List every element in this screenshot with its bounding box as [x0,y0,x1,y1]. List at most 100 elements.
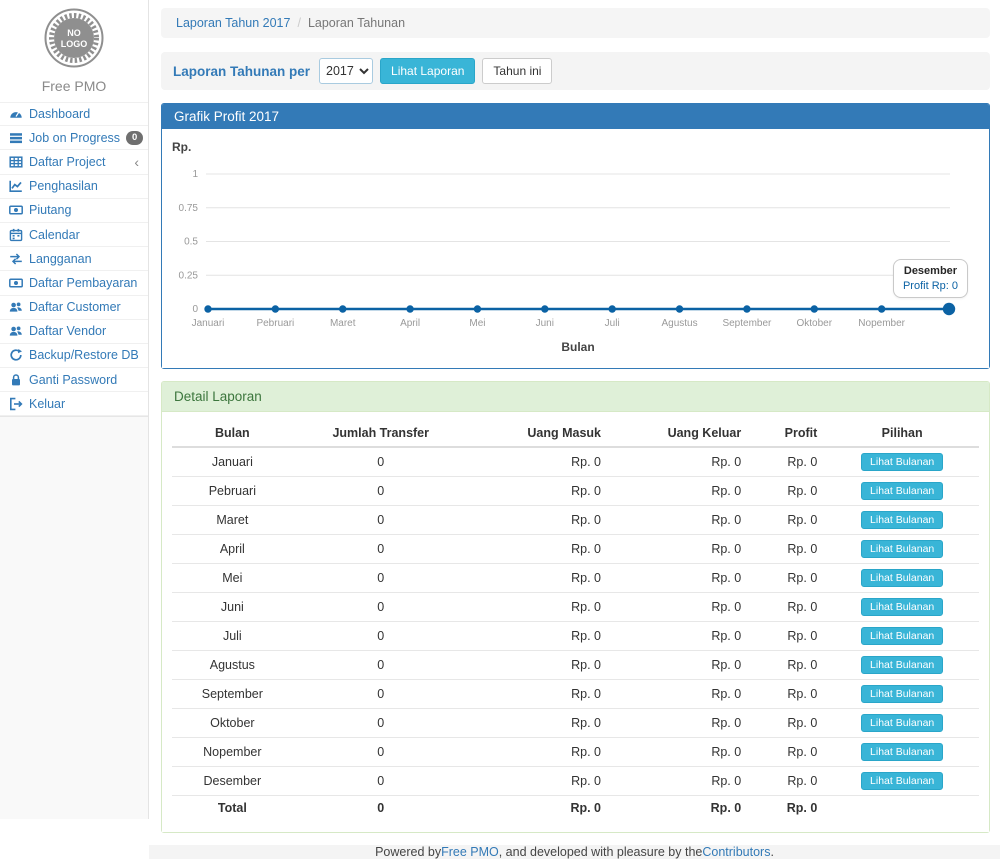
table-row: Juli0Rp. 0Rp. 0Rp. 0Lihat Bulanan [172,622,979,651]
x-axis-title: Bulan [561,340,594,354]
chevron-left-icon: ‹ [134,157,139,167]
cell-uang-keluar: Rp. 0 [609,593,749,622]
lihat-bulanan-button[interactable]: Lihat Bulanan [861,656,943,674]
sidebar-item-daftar-customer[interactable]: Daftar Customer [0,296,148,320]
lihat-bulanan-button[interactable]: Lihat Bulanan [861,772,943,790]
x-tick-label: Januari [192,318,225,329]
total-uang-masuk: Rp. 0 [469,796,609,821]
total-jumlah-transfer: 0 [293,796,469,821]
sidebar-item-dashboard[interactable]: Dashboard [0,102,148,126]
sidebar-item-backup-restore-db[interactable]: Backup/Restore DB [0,344,148,368]
cell-uang-masuk: Rp. 0 [469,709,609,738]
data-point[interactable] [406,305,413,312]
x-tick-label: Agustus [661,318,697,329]
sidebar-item-langganan[interactable]: Langganan [0,247,148,271]
detail-panel-body: BulanJumlah TransferUang MasukUang Kelua… [162,412,989,832]
lihat-bulanan-button[interactable]: Lihat Bulanan [861,627,943,645]
sidebar-item-penghasilan[interactable]: Penghasilan [0,175,148,199]
cell-jumlah-transfer: 0 [293,447,469,477]
data-point[interactable] [541,305,548,312]
cell-profit: Rp. 0 [749,477,825,506]
cell-uang-masuk: Rp. 0 [469,767,609,796]
lihat-bulanan-button[interactable]: Lihat Bulanan [861,743,943,761]
y-tick-label: 1 [192,169,198,180]
cell-uang-keluar: Rp. 0 [609,767,749,796]
lihat-bulanan-button[interactable]: Lihat Bulanan [861,482,943,500]
total-uang-keluar: Rp. 0 [609,796,749,821]
cell-uang-masuk: Rp. 0 [469,506,609,535]
cell-jumlah-transfer: 0 [293,506,469,535]
retweet-icon [9,252,23,266]
cell-jumlah-transfer: 0 [293,593,469,622]
column-header: Uang Masuk [469,420,609,447]
users-icon [9,300,23,314]
total-profit: Rp. 0 [749,796,825,821]
refresh-icon [9,348,23,362]
x-tick-label: Pebruari [256,318,294,329]
detail-panel-title: Detail Laporan [162,382,989,412]
this-year-button[interactable]: Tahun ini [482,58,552,84]
data-point[interactable] [474,305,481,312]
lihat-bulanan-button[interactable]: Lihat Bulanan [861,714,943,732]
contributors-link[interactable]: Contributors [702,845,770,859]
sidebar-item-daftar-project[interactable]: Daftar Project‹ [0,150,148,174]
data-point[interactable] [878,305,885,312]
lihat-bulanan-button[interactable]: Lihat Bulanan [861,511,943,529]
cell-uang-masuk: Rp. 0 [469,593,609,622]
table-total-row: Total0Rp. 0Rp. 0Rp. 0 [172,796,979,821]
cell-profit: Rp. 0 [749,651,825,680]
data-point[interactable] [272,305,279,312]
y-tick-label: 0.75 [179,203,199,214]
sidebar-item-daftar-pembayaran[interactable]: Daftar Pembayaran [0,271,148,295]
cell-uang-masuk: Rp. 0 [469,535,609,564]
y-axis-title: Rp. [172,140,191,154]
toolbar-label: Laporan Tahunan per [173,64,310,79]
sidebar-item-keluar[interactable]: Keluar [0,392,148,416]
sidebar-item-piutang[interactable]: Piutang [0,199,148,223]
tasks-icon [9,131,23,145]
data-point[interactable] [339,305,346,312]
year-select[interactable]: 2017 [319,58,373,84]
sidebar-item-job-on-progress[interactable]: Job on Progress0 [0,126,148,150]
breadcrumb-link[interactable]: Laporan Tahun 2017 [176,16,290,30]
dashboard-icon [9,107,23,121]
sidebar-item-ganti-password[interactable]: Ganti Password [0,368,148,392]
cell-uang-keluar: Rp. 0 [609,622,749,651]
free-pmo-link[interactable]: Free PMO [441,845,499,859]
column-header: Bulan [172,420,293,447]
cell-bulan: September [172,680,293,709]
data-point[interactable] [743,305,750,312]
cell-profit: Rp. 0 [749,622,825,651]
sidebar-item-calendar[interactable]: Calendar [0,223,148,247]
lihat-bulanan-button[interactable]: Lihat Bulanan [861,569,943,587]
cell-jumlah-transfer: 0 [293,738,469,767]
lihat-bulanan-button[interactable]: Lihat Bulanan [861,453,943,471]
cell-bulan: April [172,535,293,564]
table-row: Mei0Rp. 0Rp. 0Rp. 0Lihat Bulanan [172,564,979,593]
sidebar-item-daftar-vendor[interactable]: Daftar Vendor [0,320,148,344]
cell-profit: Rp. 0 [749,564,825,593]
data-point[interactable] [943,303,955,315]
data-point[interactable] [204,305,211,312]
data-point[interactable] [608,305,615,312]
cell-bulan: Desember [172,767,293,796]
sidebar-item-label: Ganti Password [29,373,117,387]
data-point[interactable] [676,305,683,312]
y-tick-label: 0.5 [184,237,198,248]
sidebar-menu: DashboardJob on Progress0Daftar Project‹… [0,102,148,417]
cell-pilihan: Lihat Bulanan [825,535,979,564]
data-point[interactable] [811,305,818,312]
cell-uang-masuk: Rp. 0 [469,447,609,477]
no-logo-icon: NO LOGO [43,7,105,69]
brand: NO LOGO Free PMO [0,0,148,102]
cell-pilihan: Lihat Bulanan [825,477,979,506]
lihat-bulanan-button[interactable]: Lihat Bulanan [861,598,943,616]
sidebar-item-label: Piutang [29,203,71,217]
footer-text: . [770,845,773,859]
profit-line-chart: Rp.10.750.50.250JanuariPebruariMaretApri… [162,129,988,368]
lihat-bulanan-button[interactable]: Lihat Bulanan [861,685,943,703]
footer-text: , and developed with pleasure by the [499,845,703,859]
view-report-button[interactable]: Lihat Laporan [380,58,475,84]
cell-jumlah-transfer: 0 [293,535,469,564]
lihat-bulanan-button[interactable]: Lihat Bulanan [861,540,943,558]
